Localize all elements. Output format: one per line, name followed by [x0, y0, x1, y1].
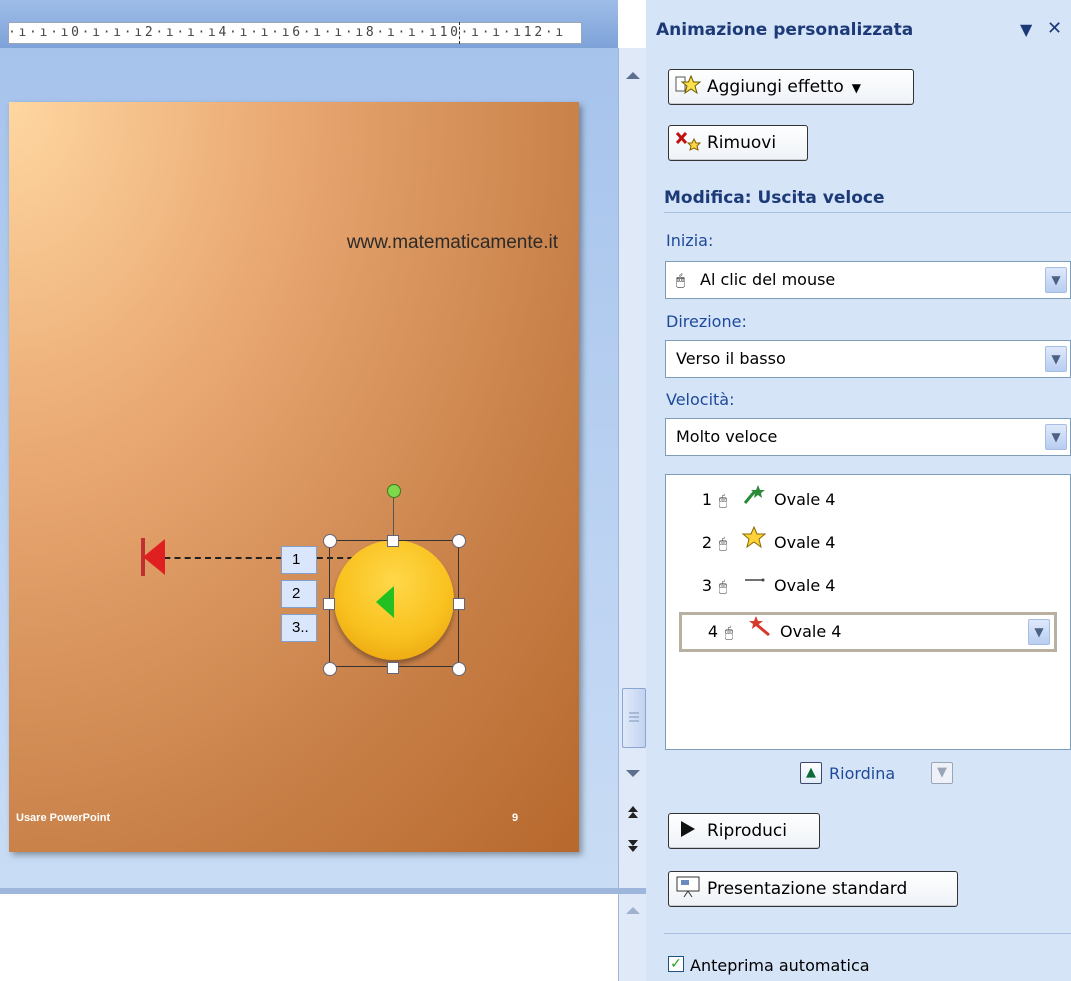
scroll-up-arrow-icon[interactable]	[619, 66, 647, 86]
list-item[interactable]: 2 🖱 Ovale 4	[676, 525, 1056, 560]
pane-title: Animazione personalizzata	[656, 20, 914, 40]
slide-editor: www.matematicamente.it 1 2 3.. Usare Pow…	[0, 48, 618, 888]
editor-notes-divider[interactable]	[0, 888, 646, 894]
effect-name: Ovale 4	[774, 490, 836, 509]
remove-button[interactable]: Rimuovi	[668, 125, 808, 161]
resize-handle-bottom[interactable]	[387, 662, 399, 674]
animation-tag-3[interactable]: 3..	[281, 614, 317, 642]
motion-path-end-arrow-icon[interactable]	[143, 539, 165, 575]
effects-list[interactable]: 1 🖱 Ovale 4 2 🖱 Ovale 4 3 🖱 Ovale 4 4 🖱 Ovale 4 …	[665, 474, 1071, 750]
effect-order: 2	[701, 533, 712, 552]
slideshow-label: Presentazione standard	[707, 879, 908, 899]
start-select[interactable]: 🖱 Al clic del mouse ▼	[665, 261, 1071, 299]
speed-label: Velocità:	[666, 390, 735, 409]
list-item-selected[interactable]: 4 🖱 Ovale 4 ▼	[679, 612, 1057, 652]
reorder-label: Riordina	[829, 764, 896, 783]
reorder-down-button[interactable]: ▼	[931, 762, 953, 784]
effect-name: Ovale 4	[774, 533, 836, 552]
prev-next-slide-buttons[interactable]	[619, 798, 647, 862]
custom-animation-pane: Animazione personalizzata ▼ ✕ Aggiungi e…	[646, 0, 1071, 981]
horizontal-ruler: ·ı·ı·ı0·ı·ı·ı2·ı·ı·ı4·ı·ı·ı6·ı·ı·ı8·ı·ı·…	[0, 0, 618, 48]
effect-name: Ovale 4	[774, 576, 836, 595]
ruler-position-marker	[459, 22, 460, 44]
section-divider	[664, 212, 1071, 213]
start-label: Inizia:	[666, 231, 714, 250]
pane-divider	[664, 933, 1071, 934]
slide-number[interactable]: 9	[512, 812, 518, 824]
effect-order: 3	[701, 576, 712, 595]
slideshow-icon	[675, 876, 701, 898]
start-value: Al clic del mouse	[700, 270, 836, 289]
pane-menu-icon[interactable]: ▼	[1020, 20, 1032, 39]
mouse-icon: 🖱	[724, 625, 734, 641]
speed-value: Molto veloce	[676, 427, 778, 446]
slide-footer-text[interactable]: Usare PowerPoint	[16, 812, 110, 824]
add-effect-star-icon	[675, 74, 702, 96]
direction-value: Verso il basso	[676, 349, 786, 368]
chevron-down-icon[interactable]: ▼	[1028, 619, 1050, 645]
effect-name: Ovale 4	[780, 622, 842, 641]
resize-handle-right[interactable]	[453, 598, 465, 610]
close-icon[interactable]: ✕	[1047, 18, 1062, 39]
chevron-down-icon[interactable]: ▼	[1045, 267, 1067, 293]
remove-label: Rimuovi	[707, 133, 777, 153]
chevron-down-icon[interactable]: ▼	[1045, 424, 1067, 450]
chevron-down-icon[interactable]: ▼	[1045, 346, 1067, 372]
list-item[interactable]: 1 🖱 Ovale 4	[676, 483, 1056, 517]
mouse-icon: 🖱	[718, 579, 728, 595]
list-item[interactable]: 3 🖱 Ovale 4	[676, 569, 1056, 603]
resize-handle-top[interactable]	[387, 535, 399, 547]
motion-path-effect-icon	[734, 569, 774, 603]
slide-canvas[interactable]: www.matematicamente.it 1 2 3.. Usare Pow…	[9, 102, 579, 852]
animation-tag-1[interactable]: 1	[281, 546, 317, 574]
animation-tag-2[interactable]: 2	[281, 580, 317, 608]
speed-select[interactable]: Molto veloce ▼	[665, 418, 1071, 456]
slideshow-button[interactable]: Presentazione standard	[668, 871, 958, 907]
resize-handle-bottom-right[interactable]	[452, 662, 466, 676]
direction-label: Direzione:	[666, 312, 747, 331]
rotation-handle[interactable]	[387, 484, 401, 498]
play-button[interactable]: Riproduci	[668, 813, 820, 849]
scroll-down-arrow-icon[interactable]	[619, 763, 647, 783]
direction-select[interactable]: Verso il basso ▼	[665, 340, 1071, 378]
play-label: Riproduci	[707, 821, 787, 841]
exit-effect-icon	[740, 615, 780, 649]
resize-handle-bottom-left[interactable]	[323, 662, 337, 676]
dropdown-arrow-icon: ▼	[851, 81, 861, 95]
play-icon	[675, 818, 701, 840]
slide-url-text[interactable]: www.matematicamente.it	[347, 232, 558, 254]
resize-handle-top-left[interactable]	[323, 534, 337, 548]
rotation-handle-line	[393, 494, 394, 540]
resize-handle-left[interactable]	[323, 598, 335, 610]
effect-order: 4	[707, 622, 718, 641]
add-effect-button[interactable]: Aggiungi effetto ▼	[668, 69, 914, 105]
editor-vertical-scrollbar[interactable]	[618, 48, 647, 888]
effect-order: 1	[701, 490, 712, 509]
ruler-numbers: ·ı·ı·ı0·ı·ı·ı2·ı·ı·ı4·ı·ı·ı6·ı·ı·ı8·ı·ı·…	[8, 25, 566, 40]
selection-box	[329, 540, 459, 667]
add-effect-label: Aggiungi effetto	[707, 77, 844, 97]
autopreview-checkbox[interactable]: ✓	[668, 956, 684, 972]
autopreview-label[interactable]: Anteprima automatica	[690, 956, 870, 975]
remove-effect-icon	[675, 130, 702, 152]
notes-vertical-scrollbar[interactable]	[618, 894, 647, 981]
resize-handle-top-right[interactable]	[452, 534, 466, 548]
entrance-effect-icon	[734, 483, 774, 517]
mouse-icon: 🖱	[676, 271, 686, 289]
scroll-thumb[interactable]	[622, 688, 646, 748]
modify-section-title: Modifica: Uscita veloce	[664, 188, 885, 208]
mouse-icon: 🖱	[718, 536, 728, 552]
emphasis-effect-icon	[734, 525, 774, 560]
reorder-up-button[interactable]: ▲	[800, 762, 822, 784]
mouse-icon: 🖱	[718, 493, 728, 509]
